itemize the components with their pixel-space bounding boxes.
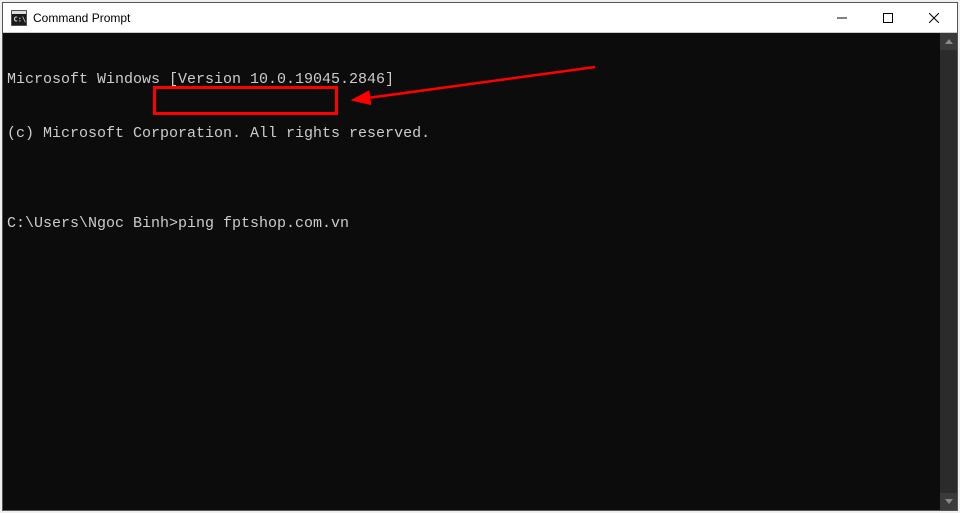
terminal-line: (c) Microsoft Corporation. All rights re… — [7, 125, 936, 143]
scroll-up-button[interactable] — [940, 33, 957, 50]
close-button[interactable] — [911, 3, 957, 32]
svg-text:C:\: C:\ — [14, 15, 27, 23]
scroll-down-button[interactable] — [940, 493, 957, 510]
minimize-button[interactable] — [819, 3, 865, 32]
highlight-annotation — [153, 86, 338, 115]
arrow-annotation — [3, 33, 940, 510]
window-title: Command Prompt — [33, 11, 819, 25]
scrollbar[interactable] — [940, 33, 957, 510]
prompt-line: C:\Users\Ngoc Binh>ping fptshop.com.vn — [7, 215, 936, 233]
terminal-line: Microsoft Windows [Version 10.0.19045.28… — [7, 71, 936, 89]
terminal-area: Microsoft Windows [Version 10.0.19045.28… — [3, 33, 957, 510]
window-controls — [819, 3, 957, 32]
titlebar[interactable]: C:\ Command Prompt — [3, 3, 957, 33]
command-prompt-window: C:\ Command Prompt Microsoft Windows [Ve… — [2, 2, 958, 511]
terminal[interactable]: Microsoft Windows [Version 10.0.19045.28… — [3, 33, 940, 510]
prompt: C:\Users\Ngoc Binh> — [7, 215, 178, 233]
cmd-icon: C:\ — [11, 10, 27, 26]
command-text: ping fptshop.com.vn — [178, 215, 349, 233]
maximize-button[interactable] — [865, 3, 911, 32]
